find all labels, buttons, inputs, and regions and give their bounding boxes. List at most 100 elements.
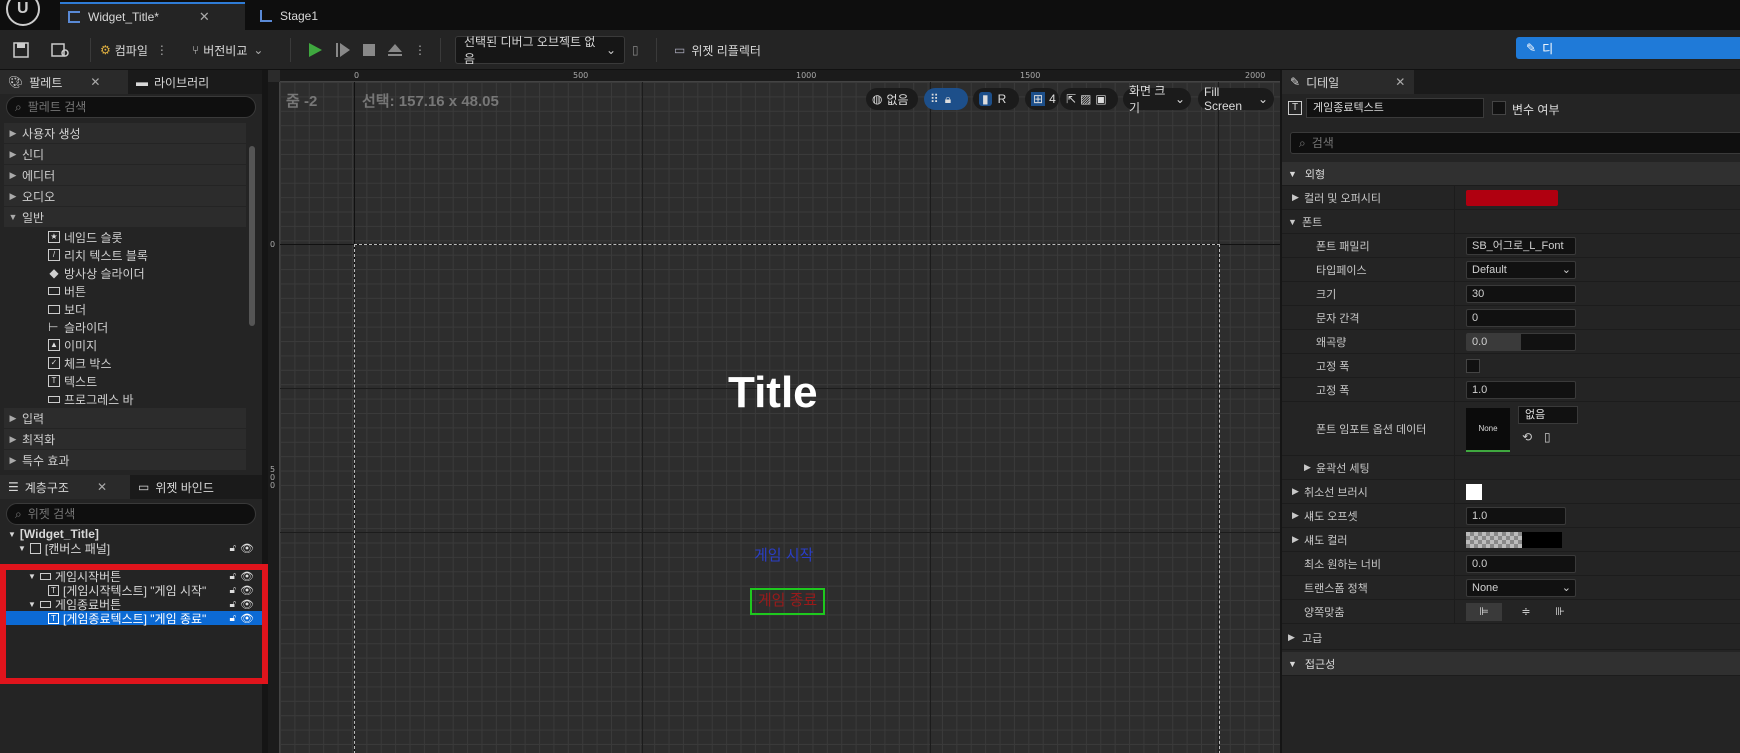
designer-mode-button[interactable]: ✎ 디 xyxy=(1516,37,1740,59)
tab-hierarchy[interactable]: ☰ 계층구조 ✕ xyxy=(0,475,130,499)
close-icon[interactable]: ✕ xyxy=(199,9,210,25)
section-font[interactable]: ▼ 폰트 xyxy=(1282,210,1740,234)
category-editor[interactable]: ▶ 에디터 xyxy=(4,165,246,185)
category-user-created[interactable]: ▶ 사용자 생성 xyxy=(4,123,246,143)
palette-item-border[interactable]: 보더 xyxy=(4,300,246,318)
diff-button[interactable]: ⑂ 버전비교 ⌄ xyxy=(192,36,263,64)
tab-library[interactable]: ▬ 라이브러리 xyxy=(128,70,217,94)
transform-policy-select[interactable]: None ⌄ xyxy=(1466,579,1576,597)
start-game-text[interactable]: 게임 시작 xyxy=(754,544,813,565)
step-icon[interactable] xyxy=(333,36,353,64)
more-options-icon[interactable]: ⋮ xyxy=(156,43,168,57)
palette-scrollbar[interactable] xyxy=(249,146,255,326)
tree-row-root[interactable]: ▼ [Widget_Title] xyxy=(0,527,262,541)
category-audio[interactable]: ▶ 오디오 xyxy=(4,186,246,206)
end-game-button[interactable]: 게임 종료 xyxy=(750,588,825,615)
details-search[interactable]: ⌕ xyxy=(1290,132,1740,154)
min-width-field[interactable]: 0.0 xyxy=(1466,555,1576,573)
respect-locks-toggle[interactable]: ▮ R xyxy=(973,88,1019,110)
category-common[interactable]: ▼ 일반 xyxy=(4,207,246,227)
palette-categories: ▶ 사용자 생성 ▶ 신디 ▶ 에디터 ▶ 오디오 ▼ 일반 ★ 네임드 슬롯 / 리치 텍스… xyxy=(4,123,246,471)
debug-filter-icon[interactable]: ▯ xyxy=(632,36,639,64)
compile-button[interactable]: ⚙ 컴파일 ⋮ xyxy=(100,36,168,64)
tab-palette[interactable]: 🎨︎ 팔레트 ✕ xyxy=(0,70,128,94)
palette-item-checkbox[interactable]: ✓ 체크 박스 xyxy=(4,354,246,372)
more-options-icon[interactable]: ⋮ xyxy=(414,36,426,64)
letter-spacing-field[interactable]: 0 xyxy=(1466,309,1576,327)
row-label: 고정 폭 xyxy=(1316,360,1350,373)
font-family-select[interactable]: SB_어그로_L_Font xyxy=(1466,237,1576,255)
row-strike-brush[interactable]: ▶ 취소선 브러시 xyxy=(1282,480,1740,504)
row-shadow-offset[interactable]: ▶ 섀도 오프셋 1.0 xyxy=(1282,504,1740,528)
localization-preview-button[interactable]: ◍ 없음 xyxy=(866,88,918,110)
palette-item-rich-text[interactable]: / 리치 텍스트 블록 xyxy=(4,246,246,264)
unreal-logo-icon[interactable]: U xyxy=(6,0,40,26)
palette-item-image[interactable]: ▲ 이미지 xyxy=(4,336,246,354)
skew-field[interactable]: 0.0 xyxy=(1466,333,1576,351)
widget-name-field[interactable]: 게임종료텍스트 xyxy=(1306,98,1484,118)
category-special-effects[interactable]: ▶ 특수 효과 xyxy=(4,450,246,470)
fixed-width-checkbox[interactable] xyxy=(1466,359,1480,373)
play-button[interactable] xyxy=(305,36,325,64)
designer-viewport[interactable]: 0 500 1000 1500 2000 0 5 0 0 줌 -2 선택: 15… xyxy=(268,70,1280,753)
grid-snap-button[interactable]: ⊞ 4 xyxy=(1025,88,1059,110)
category-input[interactable]: ▶ 입력 xyxy=(4,408,246,428)
font-import-select[interactable]: 없음 xyxy=(1518,406,1578,424)
row-shadow-color[interactable]: ▶ 섀도 컬러 xyxy=(1282,528,1740,552)
section-advanced[interactable]: ▶ 고급 xyxy=(1282,626,1740,650)
browse-icon[interactable] xyxy=(50,36,70,64)
tab-widget-title[interactable]: Widget_Title* ✕ xyxy=(60,2,245,30)
tab-stage1[interactable]: Stage1 xyxy=(252,2,352,30)
palette-search-input[interactable] xyxy=(27,100,220,114)
row-outline-settings[interactable]: ▶ 윤곽선 세팅 xyxy=(1282,456,1740,480)
widget-search[interactable]: ⌕ xyxy=(6,503,256,525)
color-swatch[interactable] xyxy=(1466,190,1558,206)
details-search-input[interactable] xyxy=(1311,136,1672,150)
view-options[interactable]: ⇱ ▨ ▣ xyxy=(1060,88,1118,110)
fill-screen-dropdown[interactable]: Fill Screen ⌄ xyxy=(1198,85,1274,113)
palette-item-progress-bar[interactable]: 프로그레스 바 xyxy=(4,390,246,408)
palette-item-text[interactable]: T 텍스트 xyxy=(4,372,246,390)
fixed-width-field[interactable]: 1.0 xyxy=(1466,381,1576,399)
reset-icon[interactable]: ⟲ xyxy=(1522,430,1532,444)
screen-size-dropdown[interactable]: 화면 크기 ⌄ xyxy=(1123,84,1191,115)
browse-icon[interactable]: ▯ xyxy=(1544,430,1551,444)
stop-icon[interactable] xyxy=(360,36,378,64)
close-icon[interactable]: ✕ xyxy=(90,75,100,89)
eject-icon[interactable] xyxy=(385,36,405,64)
debug-object-select[interactable]: 선택된 디버그 오브젝트 없음 ⌄ xyxy=(455,35,625,66)
button-icon xyxy=(48,287,60,295)
typeface-select[interactable]: Default ⌄ xyxy=(1466,261,1576,279)
tab-widget-binding[interactable]: ▭ 위젯 바인드 xyxy=(130,475,222,499)
palette-item-named-slot[interactable]: ★ 네임드 슬롯 xyxy=(4,228,246,246)
palette-item-radial-slider[interactable]: ◆ 방사상 슬라이더 xyxy=(4,264,246,282)
close-icon[interactable]: ✕ xyxy=(97,480,107,494)
is-variable-checkbox[interactable] xyxy=(1492,101,1506,115)
align-center-icon[interactable]: ≑ xyxy=(1508,603,1544,621)
size-field[interactable]: 30 xyxy=(1466,285,1576,303)
font-import-thumbnail[interactable]: None xyxy=(1466,408,1510,452)
category-optimization[interactable]: ▶ 최적화 xyxy=(4,429,246,449)
category-synth[interactable]: ▶ 신디 xyxy=(4,144,246,164)
close-icon[interactable]: ✕ xyxy=(1395,75,1405,89)
shadow-color-swatch[interactable] xyxy=(1466,532,1522,548)
palette-item-button[interactable]: 버튼 xyxy=(4,282,246,300)
align-right-icon[interactable]: ⊪ xyxy=(1550,603,1570,621)
section-accessibility[interactable]: ▼ 접근성 xyxy=(1282,652,1740,676)
widget-search-input[interactable] xyxy=(27,507,220,521)
lock-icon[interactable]: 🔓︎ xyxy=(230,543,236,554)
align-left-icon[interactable]: ⊫ xyxy=(1466,603,1502,621)
palette-search[interactable]: ⌕ xyxy=(6,96,256,118)
title-text[interactable]: Title xyxy=(728,368,818,418)
eye-icon[interactable]: 👁︎ xyxy=(240,542,254,555)
widget-reflector-button[interactable]: ▭ 위젯 리플렉터 xyxy=(674,36,761,64)
save-icon[interactable] xyxy=(12,36,30,64)
tab-details[interactable]: ✎ 디테일 ✕ xyxy=(1282,70,1414,94)
strike-color-swatch[interactable] xyxy=(1466,484,1482,500)
palette-item-slider[interactable]: ⊢ 슬라이더 xyxy=(4,318,246,336)
section-appearance[interactable]: ▼ 외형 xyxy=(1282,162,1740,186)
snap-toggle[interactable]: ⠿ 🔒︎ xyxy=(924,88,968,110)
shadow-offset-field[interactable]: 1.0 xyxy=(1466,507,1566,525)
tree-row-canvas[interactable]: ▼ [캔버스 패널] 🔓︎ 👁︎ xyxy=(0,541,262,556)
border-icon xyxy=(48,304,60,314)
